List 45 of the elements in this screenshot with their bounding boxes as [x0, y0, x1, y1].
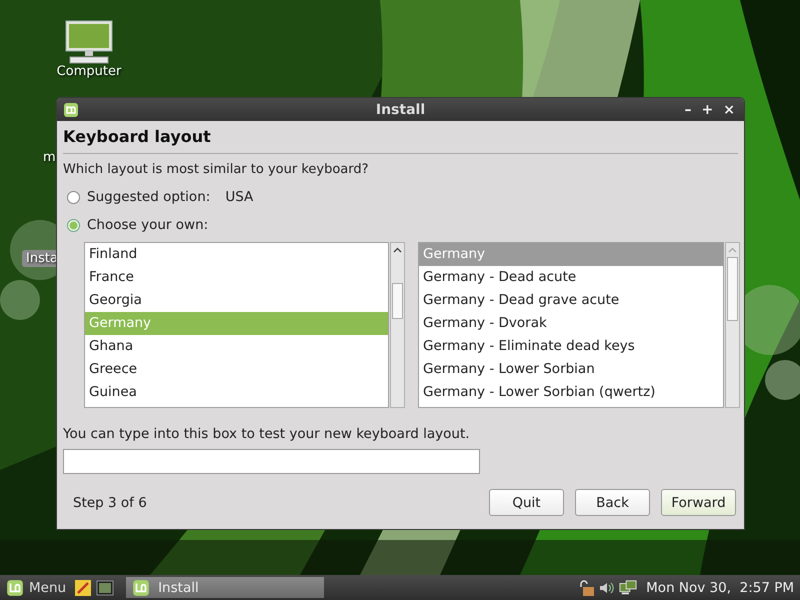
question-text: Which layout is most similar to your keyboard?: [63, 162, 370, 177]
option-label[interactable]: Choose your own:: [87, 217, 208, 233]
mint-logo-icon: [63, 102, 79, 118]
page-heading: Keyboard layout: [63, 127, 212, 148]
taskbar-button[interactable]: Install: [126, 577, 324, 598]
list-item[interactable]: Guinea: [85, 381, 388, 404]
list-item[interactable]: Ghana: [85, 335, 388, 358]
mint-logo-icon: [132, 578, 150, 596]
list-item[interactable]: Germany - Dead acute: [419, 266, 723, 289]
step-indicator: Step 3 of 6: [73, 494, 147, 510]
forward-button[interactable]: Forward: [661, 489, 736, 516]
network-icon[interactable]: [619, 578, 638, 596]
option-value: USA: [225, 189, 254, 205]
list-item[interactable]: Germany - Dead grave acute: [419, 289, 723, 312]
close-button[interactable]: ×: [720, 102, 738, 118]
radio-button[interactable]: [67, 190, 80, 204]
scrollbar-thumb[interactable]: [727, 257, 738, 321]
menu-button[interactable]: Menu: [6, 578, 70, 596]
text-editor-icon[interactable]: [74, 578, 92, 596]
list-item[interactable]: Greece: [85, 358, 388, 381]
radio-button[interactable]: [67, 218, 80, 232]
list-item[interactable]: Germany - Lower Sorbian (qwertz): [419, 381, 723, 404]
clock[interactable]: Mon Nov 30, 2:57 PM: [646, 580, 794, 596]
minimize-button[interactable]: –: [682, 102, 695, 118]
window-title: Install: [376, 102, 426, 118]
computer-icon[interactable]: [64, 20, 114, 64]
scrollbar[interactable]: [725, 242, 740, 408]
icon-label: Computer: [56, 64, 122, 79]
back-button[interactable]: Back: [575, 489, 650, 516]
scrollbar[interactable]: [390, 242, 405, 408]
icon-label: m: [43, 150, 56, 165]
list-item[interactable]: Germany - Eliminate dead keys: [419, 335, 723, 358]
list-item[interactable]: Germany - Lower Sorbian: [419, 358, 723, 381]
option-label[interactable]: Suggested option:: [87, 189, 210, 205]
field-label: You can type into this box to test your new keyboard layout.: [63, 426, 471, 442]
list-item[interactable]: Finland: [85, 243, 388, 266]
terminal-icon[interactable]: [96, 578, 114, 596]
maximize-button[interactable]: +: [698, 102, 716, 118]
list-item[interactable]: Georgia: [85, 289, 388, 312]
input-field[interactable]: [63, 449, 480, 474]
mint-logo-icon: [6, 578, 24, 596]
list-item[interactable]: France: [85, 266, 388, 289]
list-item[interactable]: Germany - Dvorak: [419, 312, 723, 335]
scrollbar-thumb[interactable]: [392, 283, 403, 319]
quit-button[interactable]: Quit: [489, 489, 564, 516]
